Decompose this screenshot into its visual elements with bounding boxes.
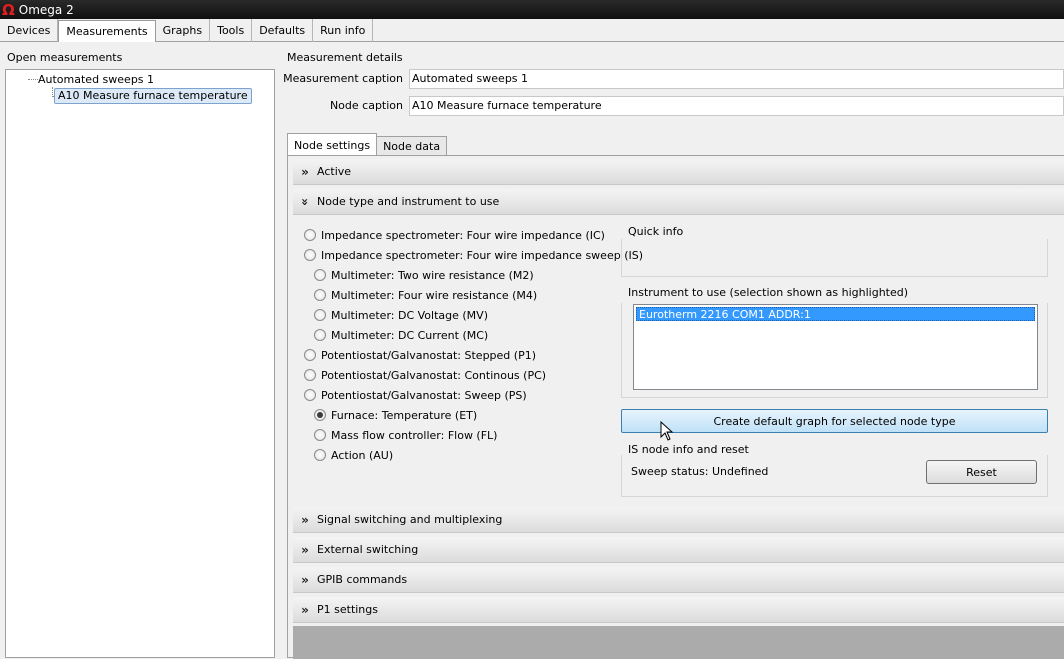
radio-button[interactable] [304,349,316,361]
radio-button[interactable] [314,329,326,341]
radio-node-type-mv[interactable]: Multimeter: DC Voltage (MV) [314,307,488,323]
radio-label: Potentiostat/Galvanostat: Continous (PC) [321,368,547,382]
radio-node-type-pc[interactable]: Potentiostat/Galvanostat: Continous (PC) [304,367,546,383]
radio-button[interactable] [304,369,316,381]
radio-node-type-p1[interactable]: Potentiostat/Galvanostat: Stepped (P1) [304,347,536,363]
radio-label: Furnace: Temperature (ET) [331,408,478,422]
radio-button[interactable] [314,309,326,321]
radio-label: Action (AU) [331,448,394,462]
tab-graphs[interactable]: Graphs [156,19,211,42]
quick-info-label: Quick info [628,225,684,238]
sweep-status-text: Sweep status: Undefined [631,465,769,478]
radio-label: Potentiostat/Galvanostat: Sweep (PS) [321,388,527,402]
main-tabs: Devices Measurements Graphs Tools Defaul… [0,19,1064,42]
radio-button[interactable] [314,269,326,281]
section-gpib-commands[interactable]: » GPIB commands [293,567,1064,593]
radio-node-type-fl[interactable]: Mass flow controller: Flow (FL) [314,427,497,443]
section-node-type[interactable]: » Node type and instrument to use [293,189,1064,215]
reset-button[interactable]: Reset [926,460,1037,484]
radio-label: Mass flow controller: Flow (FL) [331,428,498,442]
instrument-item-eurotherm[interactable]: Eurotherm 2216 COM1 ADDR:1 [636,307,1035,321]
radio-button[interactable] [304,249,316,261]
tab-measurements[interactable]: Measurements [58,20,156,42]
radio-label: Multimeter: Two wire resistance (M2) [331,268,534,282]
section-title: Node type and instrument to use [317,195,500,208]
node-caption-label: Node caption [329,99,403,112]
tab-node-settings[interactable]: Node settings [287,133,378,156]
radio-node-type-ps[interactable]: Potentiostat/Galvanostat: Sweep (PS) [304,387,527,403]
measurement-caption-label: Measurement caption [283,72,403,85]
mouse-cursor-icon [660,421,674,441]
expand-chevron-icon: » [301,602,309,617]
tree-item-automated-sweeps[interactable]: Automated sweeps 1 [38,73,154,86]
section-title: Signal switching and multiplexing [317,513,503,526]
radio-label: Multimeter: Four wire resistance (M4) [331,288,538,302]
node-settings-panel: » Active » Node type and instrument to u… [287,155,1064,659]
radio-node-type-au[interactable]: Action (AU) [314,447,393,463]
radio-node-type-et[interactable]: Furnace: Temperature (ET) [314,407,477,423]
quick-info-box [621,239,1048,277]
radio-node-type-m4[interactable]: Multimeter: Four wire resistance (M4) [314,287,537,303]
radio-label: Impedance spectrometer: Four wire impeda… [321,248,643,262]
section-title: Active [317,165,352,178]
expand-chevron-icon: » [301,164,309,179]
radio-label: Impedance spectrometer: Four wire impeda… [321,228,605,242]
measurement-caption-input[interactable]: Automated sweeps 1 [409,69,1064,89]
section-title: GPIB commands [317,573,408,586]
section-title: External switching [317,543,419,556]
radio-node-type-is[interactable]: Impedance spectrometer: Four wire impeda… [304,247,643,263]
radio-button[interactable] [304,229,316,241]
measurement-details-label: Measurement details [287,51,403,64]
radio-button-selected[interactable] [314,409,326,421]
node-caption-input[interactable]: A10 Measure furnace temperature [409,96,1064,116]
radio-node-type-mc[interactable]: Multimeter: DC Current (MC) [314,327,488,343]
collapse-chevron-icon: » [298,197,312,206]
tab-defaults[interactable]: Defaults [252,19,314,42]
radio-node-type-m2[interactable]: Multimeter: Two wire resistance (M2) [314,267,534,283]
radio-button[interactable] [304,389,316,401]
expand-chevron-icon: » [301,542,309,557]
title-bar: Ω Omega 2 [0,0,1064,19]
instrument-label: Instrument to use (selection shown as hi… [628,286,909,299]
radio-label: Potentiostat/Galvanostat: Stepped (P1) [321,348,536,362]
omega-app-icon: Ω [2,0,15,19]
section-signal-switching[interactable]: » Signal switching and multiplexing [293,507,1064,533]
tab-tools[interactable]: Tools [210,19,253,42]
open-measurements-label: Open measurements [7,51,123,64]
radio-button[interactable] [314,289,326,301]
radio-button[interactable] [314,429,326,441]
radio-label: Multimeter: DC Voltage (MV) [331,308,488,322]
radio-button[interactable] [314,449,326,461]
section-active[interactable]: » Active [293,159,1064,185]
window-title: Omega 2 [18,2,74,17]
expand-chevron-icon: » [301,512,309,527]
node-subtabs: Node settings Node data [287,133,448,156]
tree-item-a10-measure-furnace[interactable]: A10 Measure furnace temperature [54,88,252,104]
instrument-list[interactable]: Eurotherm 2216 COM1 ADDR:1 [633,304,1038,390]
tree-connector [28,79,38,80]
tab-node-data[interactable]: Node data [377,136,448,156]
tab-run-info[interactable]: Run info [313,19,374,42]
section-p1-settings[interactable]: » P1 settings [293,597,1064,623]
section-external-switching[interactable]: » External switching [293,537,1064,563]
measurement-tree[interactable]: Automated sweeps 1 A10 Measure furnace t… [5,69,275,658]
panel-empty-area [293,626,1064,659]
section-title: P1 settings [317,603,378,616]
create-default-graph-button[interactable]: Create default graph for selected node t… [621,409,1048,433]
expand-chevron-icon: » [301,572,309,587]
radio-node-type-ic[interactable]: Impedance spectrometer: Four wire impeda… [304,227,605,243]
tab-devices[interactable]: Devices [0,19,59,42]
radio-label: Multimeter: DC Current (MC) [331,328,489,342]
